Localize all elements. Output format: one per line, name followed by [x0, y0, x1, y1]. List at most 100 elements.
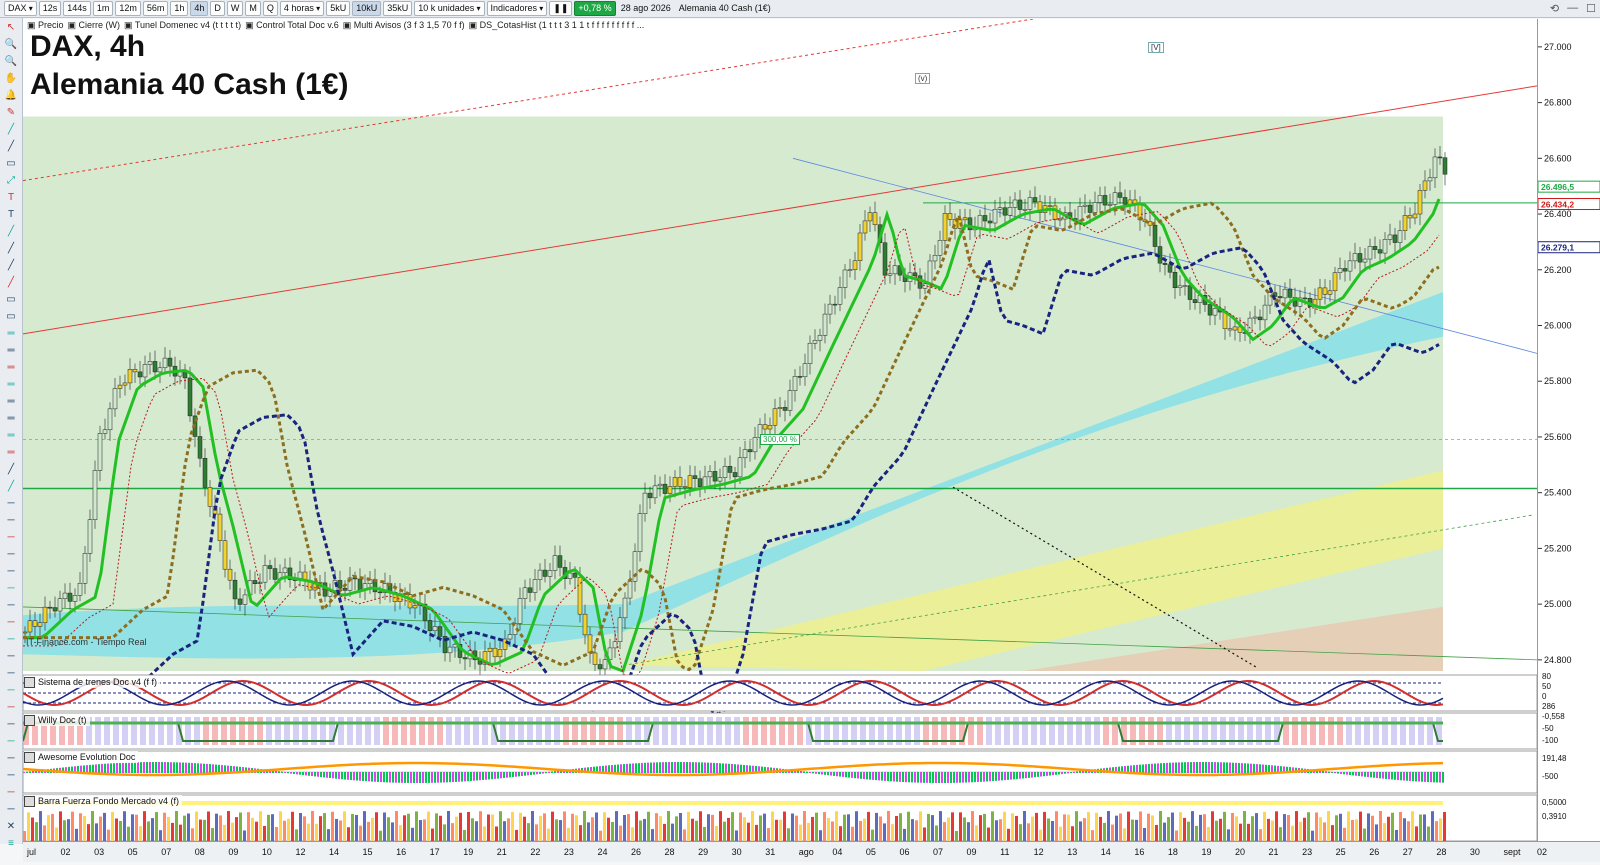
drawing-tool-icon[interactable]: ═: [4, 344, 18, 358]
drawing-tool-icon[interactable]: T: [4, 208, 18, 222]
price-axis[interactable]: 27.000 26.800 26.600 26.400 26.200 26.000 25.8…: [1537, 19, 1600, 841]
units-select[interactable]: 10 k unidades: [414, 1, 485, 16]
timeframe-button-1h[interactable]: 1h: [170, 1, 189, 16]
legend-item-2[interactable]: ▣ Tunel Domenec v4 (t t t t t): [124, 20, 241, 31]
drawing-tool-icon[interactable]: ─: [4, 650, 18, 664]
drawing-tool-icon[interactable]: ╱: [4, 140, 18, 154]
drawing-tool-icon[interactable]: ╱: [4, 463, 18, 477]
timeframe-button-D[interactable]: D: [210, 1, 225, 16]
drawing-tool-icon[interactable]: ─: [4, 701, 18, 715]
marker-v-big[interactable]: [V]: [1148, 42, 1164, 53]
timeframe-button-12s[interactable]: 12s: [38, 1, 62, 16]
timeframe-button-12m[interactable]: 12m: [115, 1, 141, 16]
drawing-tool-icon[interactable]: ═: [4, 378, 18, 392]
panel-header-trenes[interactable]: Sistema de trenes Doc v4 (f f): [24, 676, 161, 688]
period-select[interactable]: 4 horas: [279, 1, 325, 16]
units-button-35kU[interactable]: 35kU: [383, 1, 413, 16]
refresh-icon[interactable]: ⟲: [1550, 2, 1559, 15]
timeframe-button-56m[interactable]: 56m: [142, 1, 169, 16]
drawing-tool-icon[interactable]: ─: [4, 497, 18, 511]
drawing-tool-icon[interactable]: ▭: [4, 157, 18, 171]
drawing-tool-icon[interactable]: ═: [4, 429, 18, 443]
drawing-tool-icon[interactable]: ─: [4, 684, 18, 698]
panel-toggle-icon[interactable]: [24, 751, 35, 763]
drawing-tool-icon[interactable]: ─: [4, 565, 18, 579]
drawing-tool-icon[interactable]: ╱: [4, 225, 18, 239]
timeframe-button-Q[interactable]: Q: [262, 1, 278, 16]
fuerza-bar: [523, 816, 526, 841]
drawing-tool-icon[interactable]: ⤢: [4, 174, 18, 188]
drawing-tool-icon[interactable]: ╱: [4, 480, 18, 494]
drawing-tool-icon[interactable]: 🔔: [4, 89, 18, 103]
drawing-tool-icon[interactable]: ✎: [4, 106, 18, 120]
drawing-tool-icon[interactable]: ═: [4, 412, 18, 426]
timeframe-button-1m[interactable]: 1m: [92, 1, 114, 16]
drawing-tool-icon[interactable]: ═: [4, 446, 18, 460]
symbol-select[interactable]: DAX: [4, 1, 37, 16]
drawing-tool-icon[interactable]: ─: [4, 633, 18, 647]
panel-toggle-icon[interactable]: [24, 795, 35, 807]
date-label: 03: [94, 847, 104, 857]
panel-header-willy[interactable]: Willy Doc (t): [24, 714, 90, 726]
indicators-button[interactable]: Indicadores: [486, 1, 548, 16]
drawing-tool-icon[interactable]: 🔍: [4, 55, 18, 69]
drawing-tool-icon[interactable]: ✕: [4, 820, 18, 834]
drawing-tool-icon[interactable]: ─: [4, 752, 18, 766]
drawing-tool-icon[interactable]: ─: [4, 599, 18, 613]
legend-item-1[interactable]: ▣ Cierre (W): [68, 20, 121, 31]
legend-item-3[interactable]: ▣ Control Total Doc v.6: [245, 20, 339, 31]
panel-header-fuerza[interactable]: Barra Fuerza Fondo Mercado v4 (f): [24, 795, 183, 807]
maximize-icon[interactable]: ☐: [1586, 2, 1596, 15]
drawing-tool-icon[interactable]: ─: [4, 531, 18, 545]
timeframe-button-4h[interactable]: 4h: [190, 1, 209, 16]
legend-item-4[interactable]: ▣ Multi Avisos (3 f 3 1,5 70 f f): [343, 20, 465, 31]
drawing-tool-icon[interactable]: ═: [4, 395, 18, 409]
date-axis[interactable]: jul 02 03 05 07 08 09 10 12 14 15 16 17 19 21 22 23 24 26 2…: [23, 841, 1600, 862]
panel-header-awesome[interactable]: Awesome Evolution Doc: [24, 751, 139, 763]
candle-body: [342, 587, 348, 591]
drawing-tool-icon[interactable]: ╱: [4, 259, 18, 273]
drawing-tool-icon[interactable]: ─: [4, 718, 18, 732]
drawing-tool-icon[interactable]: ─: [4, 735, 18, 749]
drawing-tool-icon[interactable]: ─: [4, 548, 18, 562]
legend-item-5[interactable]: ▣ DS_CotasHist (1 t t t 3 1 1 t f f f f …: [469, 20, 645, 31]
drawing-tool-icon[interactable]: ↖: [4, 21, 18, 35]
awesome-bar: [1067, 772, 1069, 774]
timeframe-button-144s[interactable]: 144s: [63, 1, 91, 16]
timeframe-button-W[interactable]: W: [226, 1, 244, 16]
chart-area[interactable]: [22, 18, 1538, 842]
panel-toggle-icon[interactable]: [24, 676, 35, 688]
panel-toggle-icon[interactable]: [24, 714, 35, 726]
drawing-tool-icon[interactable]: ─: [4, 514, 18, 528]
candle-body: [262, 565, 268, 583]
fuerza-bar: [399, 825, 402, 841]
legend-item-0[interactable]: ▣ Precio: [27, 20, 64, 31]
drawing-tool-icon[interactable]: ▭: [4, 310, 18, 324]
drawing-tool-icon[interactable]: ─: [4, 616, 18, 630]
pause-icon[interactable]: ❚❚: [549, 1, 573, 16]
drawing-tool-icon[interactable]: ≡: [4, 837, 18, 851]
drawing-tool-icon[interactable]: ╱: [4, 276, 18, 290]
drawing-tool-icon[interactable]: ✋: [4, 72, 18, 86]
units-button-5kU[interactable]: 5kU: [326, 1, 351, 16]
minimize-icon[interactable]: —: [1567, 2, 1578, 15]
percent-annotation[interactable]: 300,00 %: [760, 434, 800, 445]
drawing-tool-icon[interactable]: ─: [4, 803, 18, 817]
drawing-tool-icon[interactable]: ─: [4, 582, 18, 596]
price-chart-svg[interactable]: [22, 18, 1538, 842]
drawing-tool-icon[interactable]: T: [4, 191, 18, 205]
drawing-tool-icon[interactable]: ═: [4, 327, 18, 341]
timeframe-button-M[interactable]: M: [245, 1, 261, 16]
candle-body: [837, 287, 843, 305]
drawing-tool-icon[interactable]: ─: [4, 786, 18, 800]
drawing-tool-icon[interactable]: 🔍: [4, 38, 18, 52]
drawing-tool-icon[interactable]: ═: [4, 361, 18, 375]
units-button-10kU[interactable]: 10kU: [352, 1, 382, 16]
marker-v-small[interactable]: (v): [915, 73, 931, 84]
drawing-tool-icon[interactable]: ─: [4, 667, 18, 681]
drawing-tool-icon[interactable]: ▭: [4, 293, 18, 307]
drawing-tool-icon[interactable]: ╱: [4, 123, 18, 137]
drawing-tool-icon[interactable]: ╱: [4, 242, 18, 256]
drawing-tool-icon[interactable]: ─: [4, 769, 18, 783]
fuerza-bar: [455, 816, 458, 841]
